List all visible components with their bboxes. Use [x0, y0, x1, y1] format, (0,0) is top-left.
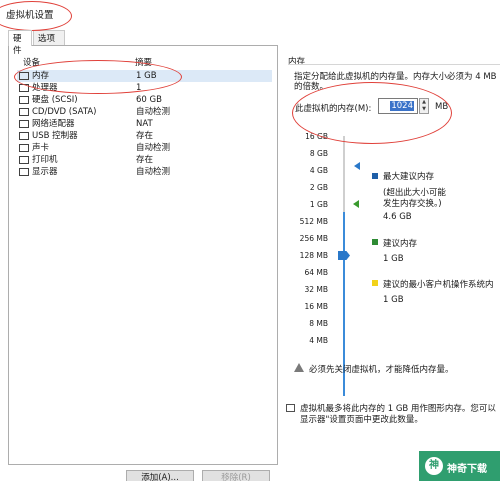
device-name: 内存: [32, 71, 50, 81]
scale-tick-label: 4 GB: [309, 166, 328, 175]
memory-unit: MB: [435, 102, 449, 112]
display-icon: [19, 168, 29, 176]
device-summary: 存在: [136, 155, 154, 165]
recommended-title: 建议内存: [383, 239, 418, 249]
device-name: 硬盘 (SCSI): [32, 95, 78, 105]
add-device-button[interactable]: 添加(A)...: [126, 470, 194, 481]
graphics-memory-info-cont: 显示器"设置页面中更改此数量。: [300, 415, 423, 425]
cpu-icon: [19, 84, 29, 92]
scale-tick-label: 16 MB: [304, 302, 328, 311]
printer-icon: [19, 156, 29, 164]
device-row-usb[interactable]: USB 控制器 存在: [17, 130, 272, 142]
max-recommended-title: 最大建议内存: [383, 172, 435, 182]
device-name: 声卡: [32, 143, 50, 153]
max-recommended-value: 4.6 GB: [383, 212, 412, 222]
scale-tick-label: 16 GB: [305, 132, 328, 141]
watermark-logo: 神 神奇下载: [419, 451, 500, 481]
usb-icon: [19, 132, 29, 140]
sound-card-icon: [19, 144, 29, 152]
min-recommended-swatch: [372, 280, 378, 286]
tab-options[interactable]: 选项: [33, 30, 65, 45]
device-list-panel: 设备 摘要 内存 1 GB 处理器 1 硬盘 (SCSI) 60 GB CD/D…: [8, 45, 278, 465]
watermark-icon: 神: [425, 457, 443, 475]
scale-tick-label: 8 MB: [309, 319, 328, 328]
column-header-summary: 摘要: [135, 58, 153, 68]
device-row-printer[interactable]: 打印机 存在: [17, 154, 272, 166]
device-row-cd-dvd[interactable]: CD/DVD (SATA) 自动检测: [17, 106, 272, 118]
device-name: 打印机: [32, 155, 58, 165]
device-summary: NAT: [136, 119, 153, 129]
section-divider: [288, 64, 500, 65]
device-name: 网络适配器: [32, 119, 75, 129]
scale-tick-label: 64 MB: [304, 268, 328, 277]
hard-disk-icon: [19, 96, 29, 104]
device-summary: 自动检测: [136, 167, 171, 177]
device-row-display[interactable]: 显示器 自动检测: [17, 166, 272, 178]
device-row-network-adapter[interactable]: 网络适配器 NAT: [17, 118, 272, 130]
device-name: 处理器: [32, 83, 58, 93]
scale-tick-label: 256 MB: [299, 234, 328, 243]
device-row-sound-card[interactable]: 声卡 自动检测: [17, 142, 272, 154]
cd-dvd-icon: [19, 108, 29, 116]
spin-down-icon[interactable]: ▼: [420, 106, 428, 113]
memory-description-cont: 的倍数。: [294, 82, 329, 92]
device-rows: 内存 1 GB 处理器 1 硬盘 (SCSI) 60 GB CD/DVD (SA…: [17, 70, 272, 178]
device-summary: 1: [136, 83, 142, 93]
max-recommended-marker-icon: [354, 162, 360, 170]
watermark-text: 神奇下载: [447, 464, 487, 475]
network-adapter-icon: [19, 120, 29, 128]
spin-up-icon[interactable]: ▲: [420, 99, 428, 106]
device-summary: 自动检测: [136, 107, 171, 117]
title-bar: 虚拟机设置: [0, 0, 500, 28]
tab-hardware[interactable]: 硬件: [8, 30, 32, 56]
memory-settings-panel: 内存 指定分配给此虚拟机的内存量。内存大小必须为 4 MB 的倍数。 此虚拟机的…: [284, 52, 500, 452]
memory-input[interactable]: 1024: [378, 98, 418, 114]
memory-slider-thumb[interactable]: [338, 251, 350, 260]
scale-tick-label: 4 MB: [309, 336, 328, 345]
device-summary: 存在: [136, 131, 154, 141]
column-header-device: 设备: [23, 58, 41, 68]
window-title: 虚拟机设置: [6, 10, 54, 21]
device-row-memory[interactable]: 内存 1 GB: [17, 70, 272, 82]
device-row-hard-disk[interactable]: 硬盘 (SCSI) 60 GB: [17, 94, 272, 106]
recommended-swatch: [372, 239, 378, 245]
memory-icon: [19, 72, 29, 80]
max-recommended-swatch: [372, 173, 378, 179]
memory-field-label: 此虚拟机的内存(M):: [295, 104, 372, 114]
device-summary: 自动检测: [136, 143, 171, 153]
recommended-marker-icon: [353, 200, 359, 208]
device-summary: 60 GB: [136, 95, 162, 105]
min-recommended-title: 建议的最小客户机操作系统内: [383, 280, 494, 290]
scale-tick-label: 128 MB: [299, 251, 328, 260]
device-name: USB 控制器: [32, 131, 78, 141]
memory-spinner[interactable]: ▲ ▼: [419, 98, 429, 114]
warning-icon: [294, 363, 304, 372]
device-summary: 1 GB: [136, 71, 157, 81]
scale-tick-label: 8 GB: [309, 149, 328, 158]
memory-value: 1024: [390, 101, 414, 111]
scale-tick-label: 1 GB: [309, 200, 328, 209]
info-icon: [286, 404, 295, 412]
memory-section-title: 内存: [288, 57, 306, 67]
device-name: CD/DVD (SATA): [32, 107, 97, 117]
remove-device-button[interactable]: 移除(R): [202, 470, 270, 481]
device-row-cpu[interactable]: 处理器 1: [17, 82, 272, 94]
min-recommended-value: 1 GB: [383, 295, 404, 305]
memory-warning: 必须先关闭虚拟机，才能降低内存量。: [309, 365, 454, 375]
device-name: 显示器: [32, 167, 58, 177]
max-recommended-note-cont: 发生内存交换。): [383, 199, 442, 209]
recommended-value: 1 GB: [383, 254, 404, 264]
scale-tick-label: 2 GB: [309, 183, 328, 192]
scale-tick-label: 512 MB: [299, 217, 328, 226]
scale-tick-label: 32 MB: [304, 285, 328, 294]
